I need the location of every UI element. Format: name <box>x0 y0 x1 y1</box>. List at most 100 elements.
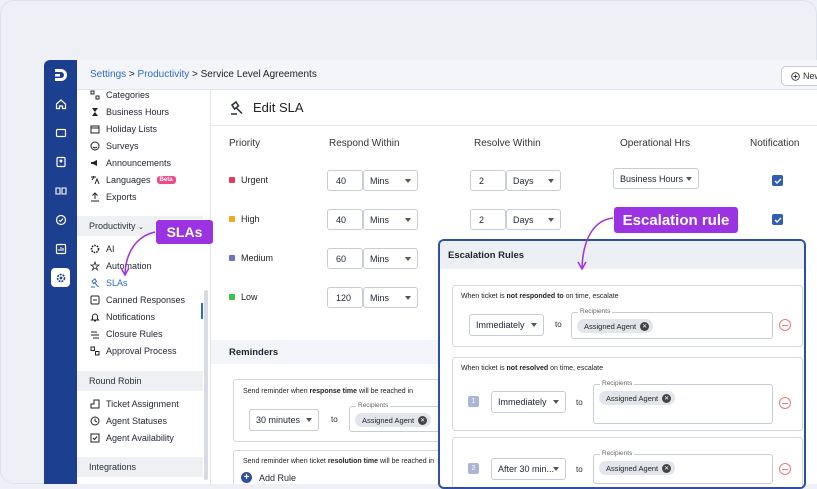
recipient-chip: Assigned Agent ✕ <box>577 319 654 333</box>
sidebar-item-closure-rules[interactable]: Closure Rules <box>89 328 163 339</box>
reminder-resolution-text: Send reminder when ticket resolution tim… <box>243 458 434 465</box>
close-icon[interactable]: ✕ <box>640 321 650 331</box>
recipients-field[interactable]: Recipients Assigned Agent ✕ <box>571 308 773 339</box>
sidebar-item-exports[interactable]: Exports <box>89 191 137 202</box>
sidebar-item-holiday-lists[interactable]: Holiday Lists <box>89 123 157 134</box>
reports-icon[interactable] <box>51 239 70 258</box>
resolve-value-input[interactable]: 2 <box>470 209 506 230</box>
priority-color-dot <box>229 216 235 222</box>
recipients-field[interactable]: Recipients Assigned Agent ✕ <box>593 450 773 484</box>
sidebar-item-label: Categories <box>106 89 150 100</box>
settings-sidebar: Categories Business Hours Holiday Lists … <box>77 90 211 484</box>
respond-value-input[interactable]: 40 <box>327 170 363 191</box>
sidebar-item-notifications[interactable]: Notifications <box>89 311 155 322</box>
respond-value-input[interactable]: 60 <box>327 248 363 269</box>
sidebar-item-label: Canned Responses <box>106 294 186 305</box>
priority-color-dot <box>229 255 235 261</box>
text-part: When ticket is <box>461 365 507 372</box>
ai-icon <box>89 243 100 254</box>
select-value: 30 minutes <box>256 415 301 425</box>
chevron-down-icon <box>548 218 554 222</box>
sidebar-item-announcements[interactable]: Announcements <box>89 157 171 168</box>
remove-rule-icon[interactable] <box>779 463 791 475</box>
reminder-time-select[interactable]: 30 minutes <box>249 409 319 431</box>
escalation-time-select[interactable]: Immediately <box>469 314 544 336</box>
recipients-field[interactable]: Recipients Assigned Agent ✕ <box>593 380 773 424</box>
resolve-unit-select[interactable]: Days <box>506 209 561 230</box>
section-header-round-robin[interactable]: Round Robin <box>77 371 203 391</box>
knowledge-base-icon[interactable] <box>51 181 70 200</box>
megaphone-icon <box>89 157 100 168</box>
notification-checkbox[interactable] <box>772 175 783 186</box>
sidebar-item-label: Closure Rules <box>106 328 163 339</box>
remove-rule-icon[interactable] <box>779 397 791 409</box>
respond-value-input[interactable]: 40 <box>327 209 363 230</box>
text-bold: not responded to <box>506 293 564 300</box>
respond-value-input[interactable]: 120 <box>327 287 363 308</box>
add-rule-button[interactable]: + Add Rule <box>241 472 296 483</box>
column-header-priority: Priority <box>229 138 261 149</box>
chevron-down-icon <box>306 418 312 422</box>
close-icon[interactable]: ✕ <box>662 463 672 473</box>
breadcrumb-productivity[interactable]: Productivity <box>138 69 190 80</box>
level-badge: 2 <box>468 463 479 474</box>
chevron-down-icon <box>405 296 411 300</box>
rule-text: When ticket is not resolved on time, esc… <box>461 365 603 372</box>
translate-icon <box>89 174 100 185</box>
contacts-icon[interactable] <box>51 152 70 171</box>
sidebar-item-business-hours[interactable]: Business Hours <box>89 106 169 117</box>
home-icon[interactable] <box>51 94 70 113</box>
close-icon[interactable]: ✕ <box>418 415 428 425</box>
settings-gear-icon[interactable] <box>51 268 70 287</box>
operational-hours-select[interactable]: Business Hours <box>613 168 699 189</box>
breadcrumb: Settings > Productivity > Service Level … <box>90 69 317 80</box>
escalation-time-select[interactable]: Immediately <box>491 391 566 413</box>
recipients-label: Recipients <box>600 450 635 457</box>
section-header-integrations[interactable]: Integrations <box>77 457 203 477</box>
resolve-value-input[interactable]: 2 <box>470 170 506 191</box>
notification-checkbox[interactable] <box>772 214 783 225</box>
sidebar-item-approval-process[interactable]: Approval Process <box>89 345 177 356</box>
check-icon <box>774 217 781 223</box>
select-value: Mins <box>370 175 390 186</box>
sidebar-item-categories[interactable]: Categories <box>89 89 150 100</box>
logo-icon <box>55 69 67 81</box>
resolve-unit-select[interactable]: Days <box>506 170 561 191</box>
sidebar-item-languages[interactable]: Languages Beta <box>89 174 176 185</box>
sidebar-item-surveys[interactable]: Surveys <box>89 140 139 151</box>
select-value: Mins <box>370 253 390 264</box>
respond-unit-select[interactable]: Mins <box>363 248 418 269</box>
assignment-icon <box>89 398 100 409</box>
breadcrumb-settings[interactable]: Settings <box>90 69 126 80</box>
priority-label: High <box>241 214 260 224</box>
text-part: will be reached in <box>357 388 414 395</box>
respond-unit-select[interactable]: Mins <box>363 209 418 230</box>
sidebar-item-agent-availability[interactable]: Agent Availability <box>89 432 174 443</box>
callout-arrow-slas <box>120 231 156 277</box>
escalation-rule-level-2: 2 After 30 min... to Recipients Assigned… <box>452 437 803 487</box>
chevron-down-icon <box>405 179 411 183</box>
reminder-resolution-card: Send reminder when ticket resolution tim… <box>233 450 453 484</box>
respond-unit-select[interactable]: Mins <box>363 170 418 191</box>
sidebar-item-agent-statuses[interactable]: Agent Statuses <box>89 415 167 426</box>
select-value: After 30 min... <box>498 464 555 474</box>
new-button-label: New <box>803 71 817 81</box>
sidebar-item-canned-responses[interactable]: Canned Responses <box>89 294 185 305</box>
close-icon[interactable]: ✕ <box>662 393 672 403</box>
ticket-icon[interactable] <box>51 123 70 142</box>
check-circle-icon[interactable] <box>51 210 70 229</box>
escalation-time-select[interactable]: After 30 min... <box>491 458 566 480</box>
canned-icon <box>89 294 100 305</box>
sidebar-item-ai[interactable]: AI <box>89 243 115 254</box>
plus-circle-icon: + <box>241 472 252 483</box>
sidebar-scrollbar[interactable] <box>204 290 208 480</box>
select-value: Mins <box>370 292 390 303</box>
priority-color-dot <box>229 294 235 300</box>
new-button[interactable]: New <box>781 66 817 86</box>
respond-unit-select[interactable]: Mins <box>363 287 418 308</box>
remove-rule-icon[interactable] <box>779 319 791 331</box>
select-value: Days <box>513 175 534 186</box>
text-bold: response time <box>309 388 358 395</box>
hourglass-icon <box>89 106 100 117</box>
sidebar-item-ticket-assignment[interactable]: Ticket Assignment <box>89 398 179 409</box>
